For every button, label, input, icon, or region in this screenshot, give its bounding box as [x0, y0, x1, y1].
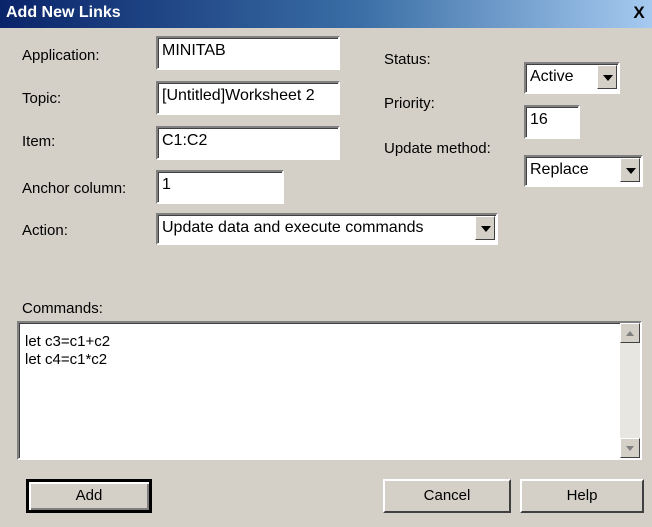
scroll-up-button[interactable] — [620, 323, 640, 343]
command-line: let c3=c1+c2 — [25, 333, 111, 350]
chevron-down-icon — [481, 226, 491, 232]
item-label: Item: — [22, 133, 56, 150]
anchor-column-label: Anchor column: — [22, 180, 127, 197]
action-dropdown-button[interactable] — [475, 216, 495, 240]
help-button[interactable]: Help — [520, 479, 644, 513]
chevron-down-icon — [626, 168, 636, 174]
application-field[interactable]: MINITAB — [156, 36, 340, 70]
add-button[interactable]: Add — [26, 479, 152, 513]
status-value: Active — [530, 68, 574, 85]
scroll-up-icon — [626, 331, 634, 336]
update-method-value: Replace — [530, 161, 589, 178]
commands-label: Commands: — [22, 300, 103, 317]
priority-field[interactable]: 16 — [524, 105, 580, 139]
status-label: Status: — [384, 51, 431, 68]
update-method-dropdown[interactable]: Replace — [524, 155, 643, 187]
status-dropdown-button[interactable] — [597, 65, 617, 89]
chevron-down-icon — [603, 75, 613, 81]
title-bar: Add New Links X — [0, 0, 652, 28]
item-field[interactable]: C1:C2 — [156, 126, 340, 160]
scroll-down-button[interactable] — [620, 438, 640, 458]
commands-textarea[interactable]: let c3=c1+c2 let c4=c1*c2 — [17, 321, 642, 460]
action-label: Action: — [22, 222, 68, 239]
window-title: Add New Links — [6, 4, 121, 21]
scroll-down-icon — [626, 446, 634, 451]
topic-label: Topic: — [22, 90, 62, 107]
update-method-label: Update method: — [384, 140, 491, 157]
topic-field[interactable]: [Untitled]Worksheet 2 — [156, 81, 340, 115]
vertical-scrollbar[interactable] — [620, 323, 640, 458]
action-dropdown[interactable]: Update data and execute commands — [156, 213, 498, 245]
update-method-dropdown-button[interactable] — [620, 158, 640, 182]
status-dropdown[interactable]: Active — [524, 62, 620, 94]
anchor-column-field[interactable]: 1 — [156, 170, 284, 204]
priority-label: Priority: — [384, 95, 435, 112]
command-line: let c4=c1*c2 — [25, 351, 108, 368]
close-icon[interactable]: X — [630, 4, 648, 22]
cancel-button[interactable]: Cancel — [383, 479, 511, 513]
application-label: Application: — [22, 47, 100, 64]
action-value: Update data and execute commands — [162, 219, 424, 236]
